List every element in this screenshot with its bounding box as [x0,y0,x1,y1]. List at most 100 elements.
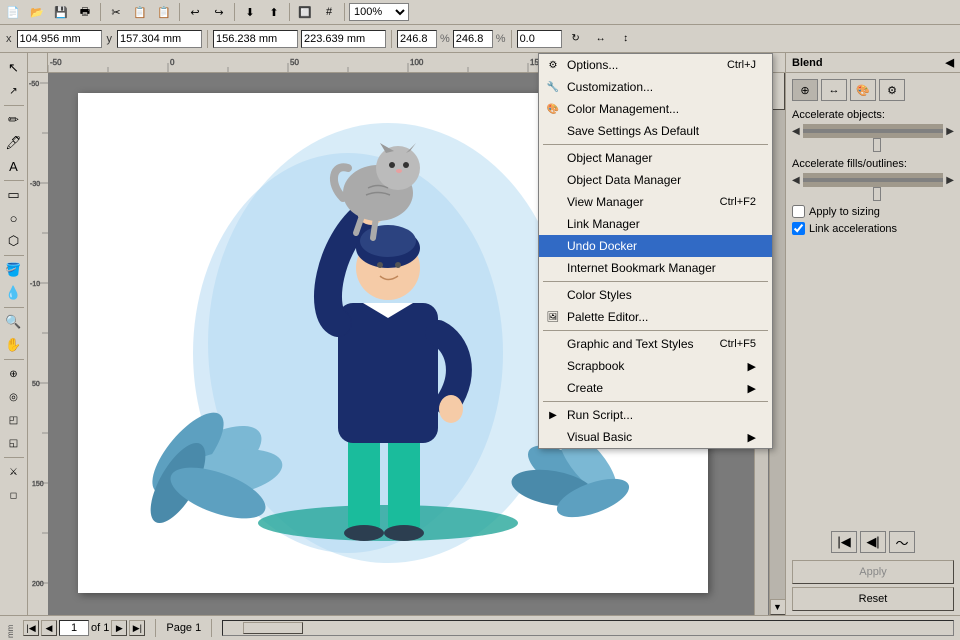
grid-btn[interactable]: # [318,1,340,23]
menu-sep1 [543,144,768,145]
menu-item-options[interactable]: ⚙ Options... Ctrl+J [539,54,772,76]
ellipse-tool[interactable]: ○ [3,207,25,229]
contour-tool[interactable]: ◎ [3,386,25,408]
cut-btn[interactable]: ✂ [105,1,127,23]
blend-bottom-btns: |◀ ◀| 〜 Apply Reset [786,527,960,615]
rotate-btn[interactable]: ↻ [565,28,587,50]
options-icon: ⚙ [545,57,561,73]
menu-item-run-script[interactable]: ▶ Run Script... [539,404,772,426]
menu-item-scrapbook[interactable]: Scrapbook ▶ [539,355,772,377]
blend-tool[interactable]: ⊕ [3,363,25,385]
menu-item-visual-basic[interactable]: Visual Basic ▶ [539,426,772,448]
erase-tool[interactable]: ◻ [3,484,25,506]
svg-text:-50: -50 [29,81,39,88]
extrude-tool[interactable]: ◱ [3,432,25,454]
accel-obj-right-arrow[interactable]: ▶ [946,126,954,137]
blend-reset-btn[interactable]: Reset [792,587,954,611]
blend-wave-btn[interactable]: 〜 [889,531,915,553]
blend-first-btn[interactable]: |◀ [831,531,857,553]
zoom-select[interactable]: 100% [349,3,409,21]
num2-input[interactable] [453,30,493,48]
menu-item-color-mgmt[interactable]: 🎨 Color Management... [539,98,772,120]
undo-btn[interactable]: ↩ [184,1,206,23]
y-coord-input[interactable] [117,30,202,48]
blend-misc-btn[interactable]: ⚙ [879,79,905,101]
export-btn[interactable]: ⬆ [263,1,285,23]
text-tool[interactable]: A [3,155,25,177]
apply-sizing-checkbox[interactable] [792,205,805,218]
menu-item-graphic-text[interactable]: Graphic and Text Styles Ctrl+F5 [539,333,772,355]
rect-tool[interactable]: ▭ [3,184,25,206]
fill-tool[interactable]: 🪣 [3,259,25,281]
save-btn[interactable]: 💾 [50,1,72,23]
tool-sep2 [4,180,24,181]
main-area: ↖ ↗ ✏ 🖊 A ▭ ○ ⬡ 🪣 💧 🔍 ✋ ⊕ ◎ ◰ ◱ ⚔ ◻ [0,53,960,615]
accel-fills-slider[interactable] [803,173,944,187]
height-input[interactable] [301,30,386,48]
subselect-tool[interactable]: ↗ [3,80,25,102]
tool-sep6 [4,457,24,458]
snap-btn[interactable]: 🔲 [294,1,316,23]
blend-prev-btn[interactable]: ◀| [860,531,886,553]
x-label: x [4,33,14,45]
link-accel-checkbox[interactable] [792,222,805,235]
angle-input[interactable] [517,30,562,48]
sep4 [289,3,290,21]
menu-item-palette-editor[interactable]: 🖼 Palette Editor... [539,306,772,328]
page-prev-btn[interactable]: ◀ [41,620,57,636]
menu-item-view-mgr[interactable]: View Manager Ctrl+F2 [539,191,772,213]
sep3 [234,3,235,21]
freehand-tool[interactable]: ✏ [3,109,25,131]
canvas-area[interactable]: -50 0 50 100 150 200 -50 [28,53,785,615]
copy-btn[interactable]: 📋 [129,1,151,23]
hscroll-thumb[interactable] [243,622,303,634]
tool-sep4 [4,307,24,308]
blend-collapse-btn[interactable]: ◀ [946,56,954,69]
menu-item-internet-bm[interactable]: Internet Bookmark Manager [539,257,772,279]
flip-h-btn[interactable]: ↔ [590,28,612,50]
scroll-down-btn[interactable]: ▼ [770,599,786,615]
accel-fills-right-arrow[interactable]: ▶ [946,175,954,186]
menu-item-undo-docker[interactable]: Undo Docker [539,235,772,257]
accel-fills-left-arrow[interactable]: ◀ [792,175,800,186]
menu-item-save-settings[interactable]: Save Settings As Default [539,120,772,142]
page-last-btn[interactable]: ▶| [129,620,145,636]
x-coord-input[interactable] [17,30,102,48]
zoom-tool[interactable]: 🔍 [3,311,25,333]
paste-btn[interactable]: 📋 [153,1,175,23]
menu-item-link-mgr[interactable]: Link Manager [539,213,772,235]
page-next-btn[interactable]: ▶ [111,620,127,636]
pen-tool[interactable]: 🖊 [3,132,25,154]
shadow-tool[interactable]: ◰ [3,409,25,431]
eyedropper-tool[interactable]: 💧 [3,282,25,304]
new-btn[interactable]: 📄 [2,1,24,23]
menu-item-object-data[interactable]: Object Data Manager [539,169,772,191]
menu-undo-docker-label: Undo Docker [567,239,637,253]
color-mgmt-icon: 🎨 [545,101,561,117]
width-input[interactable] [213,30,298,48]
num1-input[interactable] [397,30,437,48]
blend-color-btn[interactable]: 🎨 [850,79,876,101]
hscroll-track[interactable] [222,620,954,636]
polygon-tool[interactable]: ⬡ [3,230,25,252]
accel-obj-left-arrow[interactable]: ◀ [792,126,800,137]
page-input[interactable] [59,620,89,636]
redo-btn[interactable]: ↪ [208,1,230,23]
knife-tool[interactable]: ⚔ [3,461,25,483]
menu-item-color-styles[interactable]: Color Styles [539,284,772,306]
blend-distance-btn[interactable]: ↔ [821,79,847,101]
menu-item-object-mgr[interactable]: Object Manager [539,147,772,169]
blend-steps-btn[interactable]: ⊕ [792,79,818,101]
import-btn[interactable]: ⬇ [239,1,261,23]
print-btn[interactable]: 🖶 [74,1,96,23]
select-tool[interactable]: ↖ [3,57,25,79]
menu-item-create[interactable]: Create ▶ [539,377,772,399]
page-first-btn[interactable]: |◀ [23,620,39,636]
blend-apply-btn[interactable]: Apply [792,560,954,584]
pan-tool[interactable]: ✋ [3,334,25,356]
menu-item-customization[interactable]: 🔧 Customization... [539,76,772,98]
open-btn[interactable]: 📂 [26,1,48,23]
accel-objects-slider[interactable] [803,124,944,138]
flip-v-btn[interactable]: ↕ [615,28,637,50]
menu-scrapbook-label: Scrapbook [567,359,624,373]
